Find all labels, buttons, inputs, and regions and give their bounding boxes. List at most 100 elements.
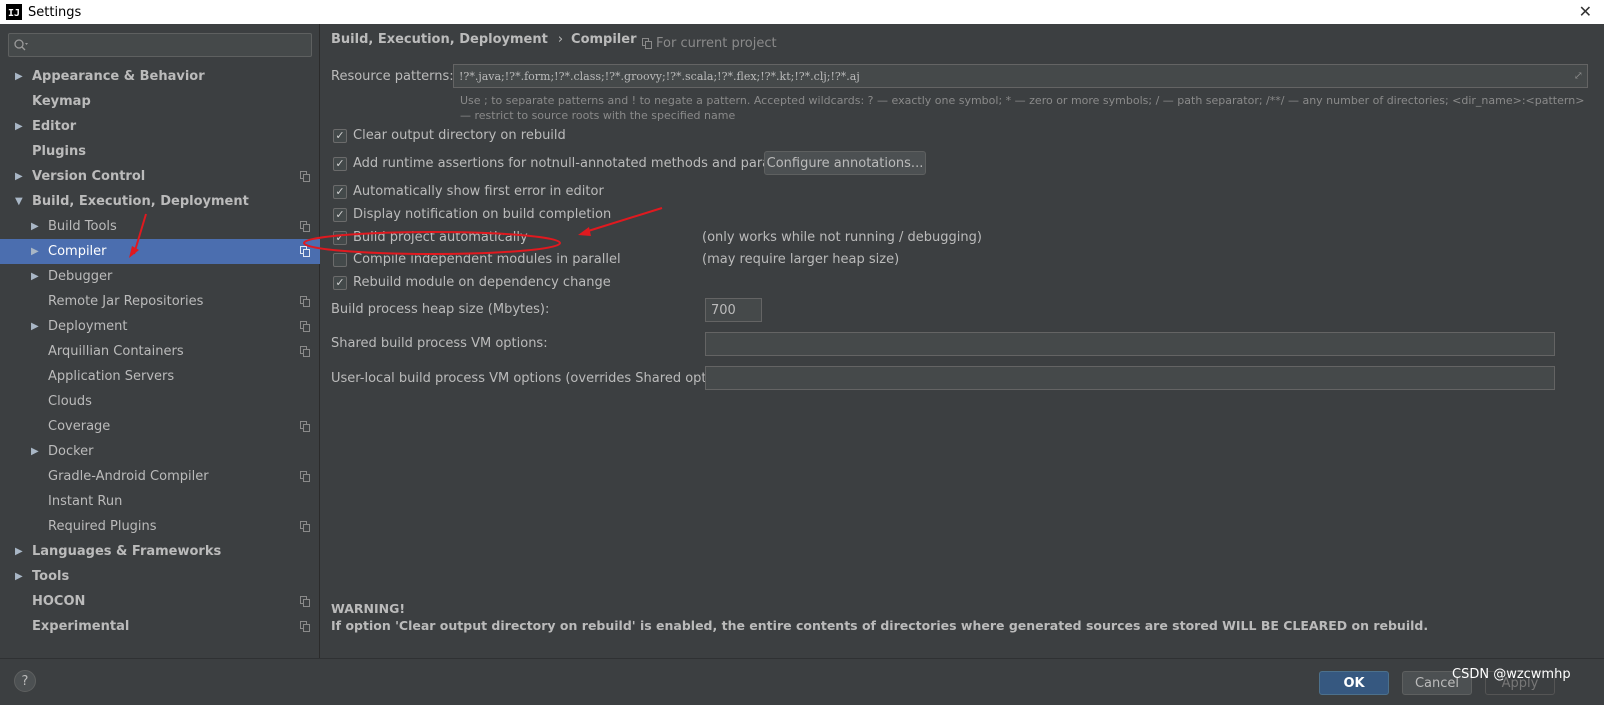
configure-annotations-button[interactable]: Configure annotations... [764, 151, 926, 175]
option-compile-independent-modules-in-parallel[interactable]: Compile independent modules in parallel [333, 252, 621, 267]
sidebar-item-label: Experimental [32, 619, 130, 634]
option-clear-output-directory-on-rebuild[interactable]: ✓ Clear output directory on rebuild [333, 128, 566, 143]
option-label: Build project automatically [353, 230, 528, 245]
sidebar-item-build-tools[interactable]: ▶ Build Tools [0, 214, 320, 239]
sidebar-item-label: Gradle-Android Compiler [48, 469, 209, 484]
sidebar-item-label: HOCON [32, 594, 86, 609]
checkbox[interactable]: ✓ [333, 184, 347, 199]
heap-size-label: Build process heap size (Mbytes): [331, 302, 550, 317]
chevron-right-icon[interactable]: ▶ [31, 221, 41, 232]
sidebar-item-label: Compiler [48, 244, 107, 259]
shared-vm-options-label: Shared build process VM options: [331, 336, 548, 351]
checkbox[interactable] [333, 252, 347, 267]
option-note: (may require larger heap size) [702, 252, 900, 267]
option-add-runtime-assertions-for-notnull-annotated-methods-and-parameters[interactable]: ✓ Add runtime assertions for notnull-anno… [333, 156, 816, 171]
option-rebuild-module-on-dependency-change[interactable]: ✓ Rebuild module on dependency change [333, 275, 611, 290]
settings-tree: ▶ Appearance & Behavior Keymap ▶ Editor Plugi… [0, 64, 320, 639]
option-label: Display notification on build completion [353, 207, 612, 222]
sidebar-item-gradle-android-compiler[interactable]: Gradle-Android Compiler [0, 464, 320, 489]
chevron-right-icon[interactable]: ▶ [15, 571, 25, 582]
sidebar-item-clouds[interactable]: Clouds [0, 389, 320, 414]
sidebar-item-docker[interactable]: ▶ Docker [0, 439, 320, 464]
user-local-vm-options-input[interactable] [705, 366, 1555, 390]
sidebar-item-label: Build, Execution, Deployment [32, 194, 249, 209]
project-copy-icon [300, 296, 310, 307]
option-label: Automatically show first error in editor [353, 184, 604, 199]
help-button[interactable]: ? [14, 670, 36, 692]
sidebar-item-application-servers[interactable]: Application Servers [0, 364, 320, 389]
sidebar-item-label: Arquillian Containers [48, 344, 184, 359]
sidebar-item-remote-jar-repositories[interactable]: Remote Jar Repositories [0, 289, 320, 314]
chevron-right-icon[interactable]: ▶ [15, 121, 25, 132]
chevron-down-icon[interactable]: ▼ [15, 196, 25, 207]
sidebar-item-label: Tools [32, 569, 70, 584]
search-icon [14, 39, 28, 51]
sidebar-item-build-execution-deployment[interactable]: ▼ Build, Execution, Deployment [0, 189, 320, 214]
sidebar-item-plugins[interactable]: Plugins [0, 139, 320, 164]
project-copy-icon [300, 346, 310, 357]
chevron-right-icon[interactable]: ▶ [31, 271, 41, 282]
project-copy-icon [300, 421, 310, 432]
sidebar-item-experimental[interactable]: Experimental [0, 614, 320, 639]
breadcrumb-parent[interactable]: Build, Execution, Deployment [331, 32, 548, 47]
sidebar-item-label: Coverage [48, 419, 111, 434]
chevron-right-icon[interactable]: ▶ [15, 171, 25, 182]
sidebar-item-label: Clouds [48, 394, 92, 409]
option-build-project-automatically[interactable]: ✓ Build project automatically [333, 230, 528, 245]
sidebar-item-compiler[interactable]: ▶ Compiler [0, 239, 320, 264]
sidebar-item-hocon[interactable]: HOCON [0, 589, 320, 614]
breadcrumb: Build, Execution, Deployment › Compiler [331, 32, 637, 47]
sidebar-item-label: Build Tools [48, 219, 117, 234]
search-input[interactable] [8, 33, 312, 57]
option-automatically-show-first-error-in-editor[interactable]: ✓ Automatically show first error in edito… [333, 184, 604, 199]
sidebar-item-required-plugins[interactable]: Required Plugins [0, 514, 320, 539]
resource-patterns-value: !?*.java;!?*.form;!?*.class;!?*.groovy;!… [459, 69, 860, 83]
checkbox[interactable]: ✓ [333, 275, 347, 290]
sidebar-item-tools[interactable]: ▶ Tools [0, 564, 320, 589]
chevron-right-icon[interactable]: ▶ [31, 446, 41, 457]
heap-size-input[interactable]: 700 [705, 298, 762, 322]
option-note: (only works while not running / debuggin… [702, 230, 982, 245]
sidebar-item-version-control[interactable]: ▶ Version Control [0, 164, 320, 189]
warning-text: If option 'Clear output directory on reb… [331, 618, 1429, 633]
chevron-right-icon[interactable]: ▶ [31, 321, 41, 332]
sidebar-item-appearance-and-behavior[interactable]: ▶ Appearance & Behavior [0, 64, 320, 89]
sidebar-item-keymap[interactable]: Keymap [0, 89, 320, 114]
option-label: Compile independent modules in parallel [353, 252, 621, 267]
project-copy-icon [300, 321, 310, 332]
window-title: Settings [28, 4, 82, 20]
for-current-project-text: For current project [656, 36, 777, 51]
chevron-right-icon[interactable]: ▶ [31, 246, 41, 257]
project-copy-icon [300, 621, 310, 632]
intellij-logo-icon: IJ [6, 4, 22, 20]
checkbox[interactable]: ✓ [333, 128, 347, 143]
user-local-vm-options-label: User-local build process VM options (ove… [331, 371, 743, 386]
sidebar-item-coverage[interactable]: Coverage [0, 414, 320, 439]
project-copy-icon [300, 246, 310, 257]
chevron-right-icon[interactable]: ▶ [15, 71, 25, 82]
sidebar-item-editor[interactable]: ▶ Editor [0, 114, 320, 139]
ok-button[interactable]: OK [1319, 671, 1389, 695]
expand-icon[interactable]: ⤢ [1574, 69, 1583, 82]
sidebar-item-label: Application Servers [48, 369, 175, 384]
warning-title: WARNING! [331, 601, 406, 616]
resource-patterns-hint: Use ; to separate patterns and ! to nega… [460, 94, 1585, 122]
shared-vm-options-input[interactable] [705, 332, 1555, 356]
sidebar-item-label: Appearance & Behavior [32, 69, 205, 84]
close-icon[interactable]: ✕ [1579, 2, 1592, 21]
sidebar-item-label: Keymap [32, 94, 91, 109]
sidebar-item-debugger[interactable]: ▶ Debugger [0, 264, 320, 289]
sidebar-item-label: Instant Run [48, 494, 123, 509]
checkbox[interactable]: ✓ [333, 230, 347, 245]
sidebar-item-arquillian-containers[interactable]: Arquillian Containers [0, 339, 320, 364]
sidebar-item-languages-and-frameworks[interactable]: ▶ Languages & Frameworks [0, 539, 320, 564]
chevron-right-icon[interactable]: ▶ [15, 546, 25, 557]
option-display-notification-on-build-completion[interactable]: ✓ Display notification on build completio… [333, 207, 611, 222]
checkbox[interactable]: ✓ [333, 156, 347, 171]
sidebar-item-deployment[interactable]: ▶ Deployment [0, 314, 320, 339]
settings-sidebar: ▶ Appearance & Behavior Keymap ▶ Editor Plugi… [0, 24, 320, 658]
sidebar-item-instant-run[interactable]: Instant Run [0, 489, 320, 514]
checkbox[interactable]: ✓ [333, 207, 347, 222]
project-copy-icon [300, 471, 310, 482]
resource-patterns-input[interactable]: !?*.java;!?*.form;!?*.class;!?*.groovy;!… [453, 64, 1588, 88]
